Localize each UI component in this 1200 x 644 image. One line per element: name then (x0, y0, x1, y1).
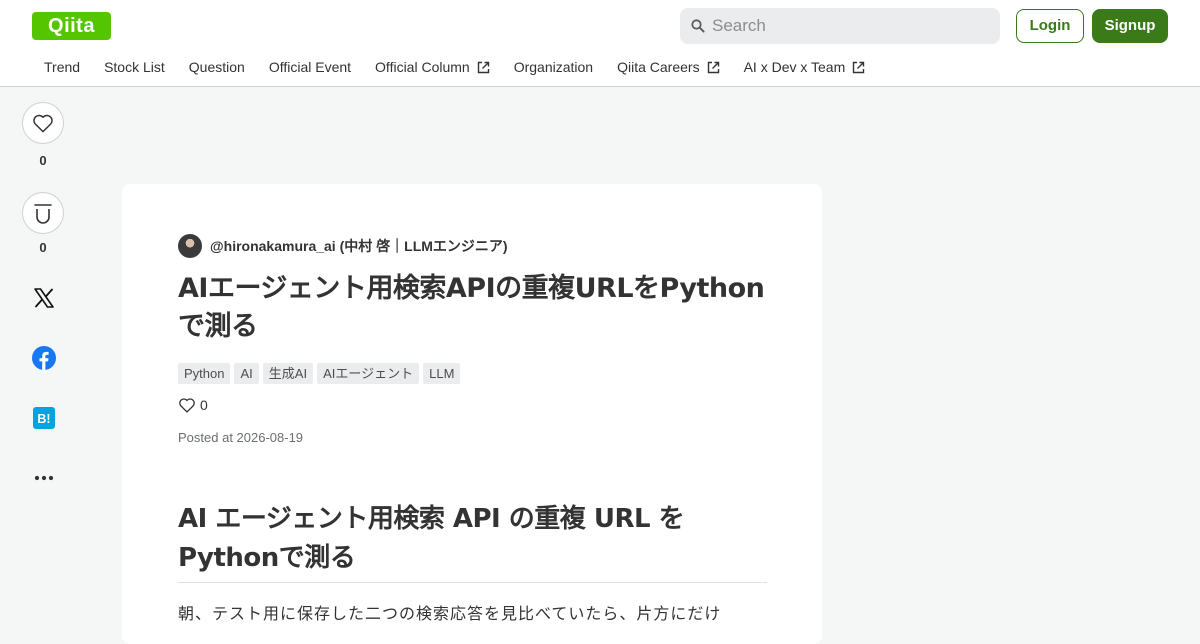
stock-count: 0 (39, 240, 47, 255)
nav-item-official-column[interactable]: Official Column (363, 59, 502, 75)
external-link-icon (707, 61, 719, 73)
like-count: 0 (39, 153, 47, 168)
external-link-icon (477, 61, 489, 73)
search-icon (691, 19, 705, 33)
facebook-share-button[interactable] (32, 346, 56, 370)
tag[interactable]: Python (178, 363, 231, 384)
nav-item-label: Qiita Careers (617, 59, 700, 75)
x-share-button[interactable] (32, 286, 56, 310)
heart-icon (179, 398, 195, 413)
like-count-inline: 0 (200, 397, 208, 413)
nav-item-question[interactable]: Question (177, 59, 257, 75)
more-button[interactable] (32, 466, 56, 490)
nav-item-label: Organization (513, 59, 594, 75)
posted-date: Posted at 2026-08-19 (178, 430, 304, 445)
article-likes[interactable]: 0 (178, 397, 208, 413)
site-header: Qiita Login Signup Trend Stock List Ques… (0, 0, 1200, 87)
nav-item-label: Trend (44, 59, 81, 75)
nav-item-label: Stock List (104, 59, 165, 75)
login-button[interactable]: Login (1016, 9, 1084, 43)
stock-icon (34, 204, 52, 224)
tag-list: Python AI 生成AI AIエージェント LLM (178, 363, 461, 384)
heart-icon (33, 114, 53, 133)
avatar[interactable] (178, 234, 202, 258)
nav-item-ai-dev-team[interactable]: AI x Dev x Team (732, 59, 878, 75)
x-share-icon (34, 288, 54, 308)
article-heading: AI エージェント用検索 API の重複 URL を Pythonで測る (178, 500, 767, 583)
tag[interactable]: AIエージェント (317, 363, 420, 384)
nav-item-qiita-careers[interactable]: Qiita Careers (605, 59, 731, 75)
hatena-bookmark-button[interactable]: B! (32, 406, 56, 430)
nav-item-stock-list[interactable]: Stock List (92, 59, 177, 75)
article-paragraph: 朝、テスト用に保存した二つの検索応答を見比べていたら、片方にだけ (178, 606, 722, 623)
nav-item-official-event[interactable]: Official Event (257, 59, 363, 75)
nav-item-organization[interactable]: Organization (502, 59, 605, 75)
tag[interactable]: 生成AI (262, 363, 314, 384)
signup-button[interactable]: Signup (1092, 9, 1168, 43)
nav-item-trend[interactable]: Trend (32, 59, 92, 75)
article-title: AIエージェント用検索APIの重複URLをPythonで測る (178, 273, 765, 342)
nav-item-label: Official Column (375, 59, 470, 75)
author-name[interactable]: @hironakamura_ai (中村 啓｜LLMエンジニア) (210, 236, 508, 256)
search-box[interactable] (680, 8, 1000, 44)
like-button[interactable] (22, 102, 64, 144)
tag[interactable]: LLM (423, 363, 461, 384)
main-nav: Trend Stock List Question Official Event… (32, 56, 877, 78)
qiita-logo[interactable]: Qiita (32, 12, 111, 40)
more-icon (34, 475, 54, 481)
svg-text:B!: B! (37, 412, 50, 426)
nav-item-label: AI x Dev x Team (743, 59, 846, 75)
tag[interactable]: AI (234, 363, 259, 384)
search-input[interactable] (712, 8, 992, 44)
hatena-bookmark-icon: B! (33, 407, 55, 429)
stock-button[interactable] (22, 192, 64, 234)
article-card: @hironakamura_ai (中村 啓｜LLMエンジニア) AIエージェン… (122, 184, 822, 644)
author-link[interactable]: @hironakamura_ai (中村 啓｜LLMエンジニア) (178, 234, 508, 258)
facebook-share-icon (32, 346, 56, 370)
nav-item-label: Official Event (268, 59, 352, 75)
external-link-icon (853, 61, 865, 73)
nav-item-label: Question (188, 59, 245, 75)
